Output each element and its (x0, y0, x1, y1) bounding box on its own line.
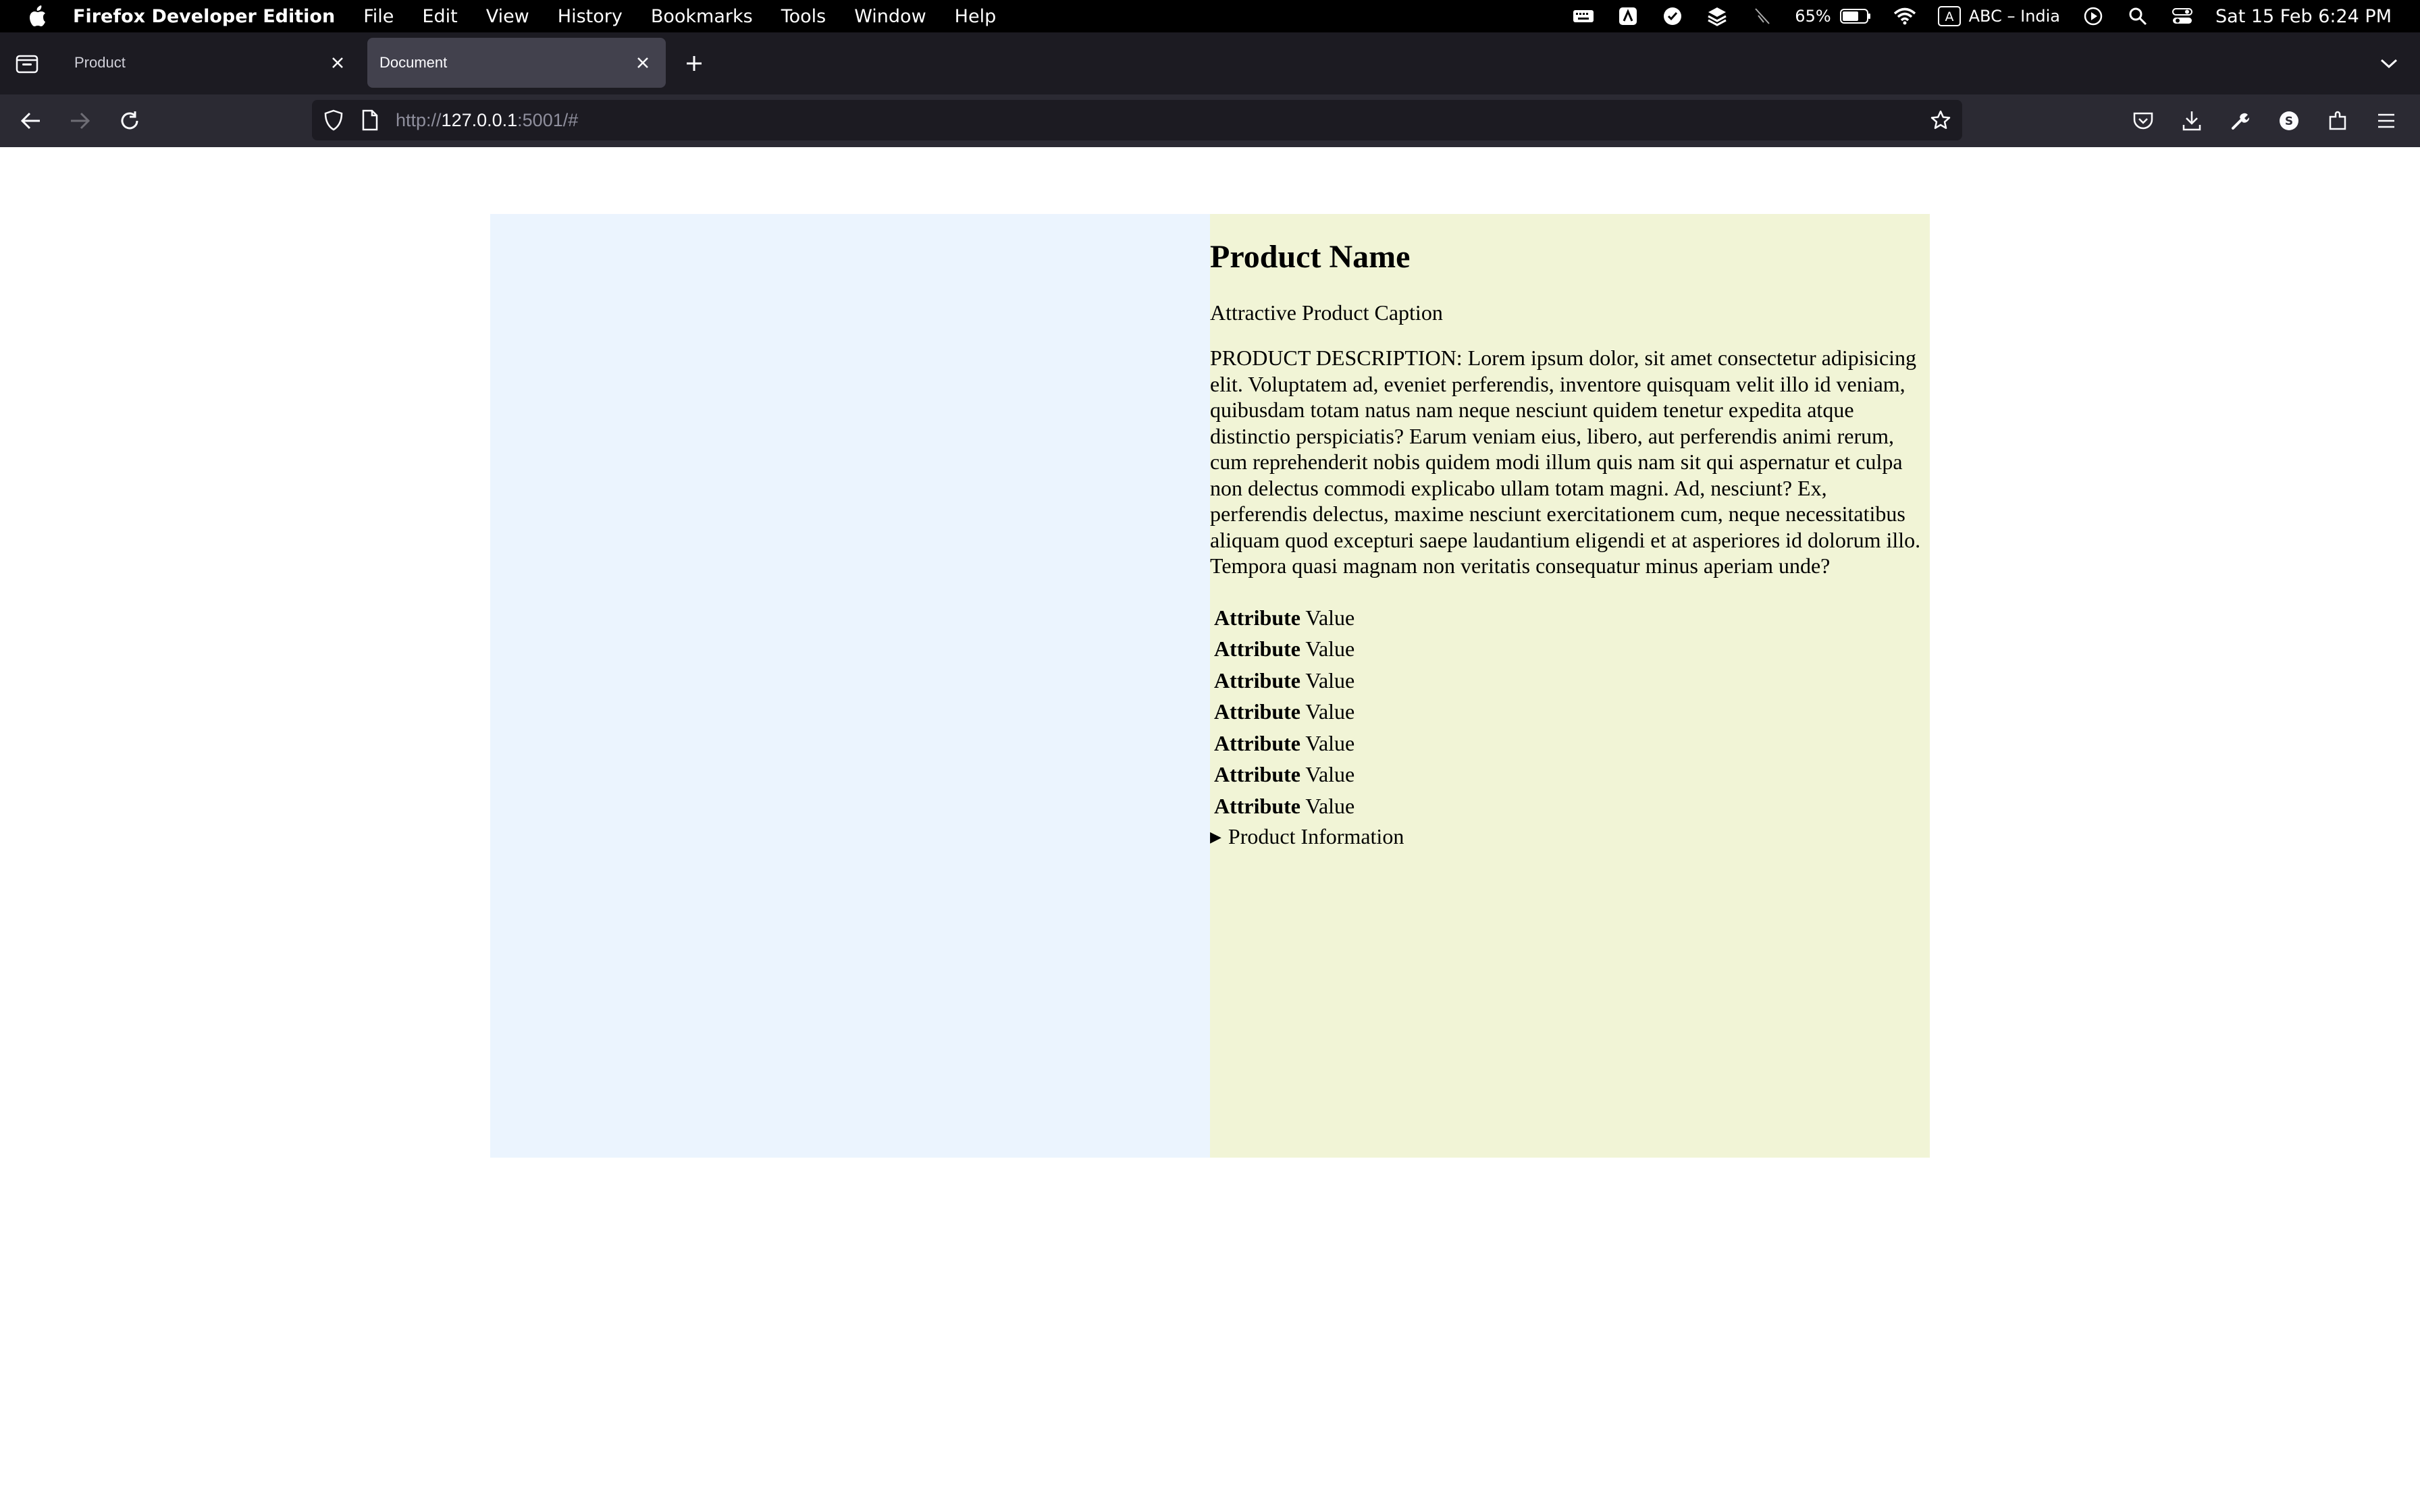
reload-icon[interactable] (113, 105, 146, 137)
firefox-view-icon[interactable] (14, 50, 41, 77)
spotlight-search-icon[interactable] (2126, 5, 2149, 28)
input-source-icon[interactable]: A (1937, 5, 1961, 28)
macos-menu-bar: Firefox Developer Edition File Edit View… (0, 0, 2420, 32)
attribute-row: Attribute Value (1210, 602, 1930, 634)
keyboard-icon[interactable] (1572, 5, 1595, 28)
attribute-value: Value (1305, 605, 1355, 630)
attribute-name: Attribute (1214, 762, 1300, 786)
stack-icon[interactable] (1706, 5, 1729, 28)
page-viewport: Product Name Attractive Product Caption … (0, 147, 2420, 1512)
attribute-row: Attribute Value (1210, 665, 1930, 697)
url-bar[interactable]: http://127.0.0.1:5001/# (312, 100, 1962, 140)
attribute-name: Attribute (1214, 699, 1300, 724)
attribute-row: Attribute Value (1210, 696, 1930, 728)
attribute-name: Attribute (1214, 793, 1300, 818)
attribute-name: Attribute (1214, 668, 1300, 693)
hamburger-menu-icon[interactable] (2370, 105, 2402, 137)
svg-text:A: A (1945, 9, 1953, 24)
pen-slash-icon[interactable] (1750, 5, 1773, 28)
forward-arrow-icon[interactable] (63, 105, 96, 137)
attribute-row: Attribute Value (1210, 759, 1930, 790)
menu-help[interactable]: Help (955, 6, 997, 27)
tab-strip: Product Document (0, 32, 2420, 94)
close-icon[interactable] (324, 49, 351, 76)
pocket-icon[interactable] (2127, 105, 2159, 137)
checkmark-circle-icon[interactable] (1661, 5, 1684, 28)
attribute-name: Attribute (1214, 730, 1300, 755)
attribute-name: Attribute (1214, 605, 1300, 630)
extensions-puzzle-icon[interactable] (2321, 105, 2354, 137)
summary-label[interactable]: Product Information (1228, 824, 1404, 848)
product-description: PRODUCT DESCRIPTION: Lorem ipsum dolor, … (1210, 346, 1921, 578)
tab-title: Product (74, 54, 126, 71)
url-text[interactable]: http://127.0.0.1:5001/# (396, 100, 578, 140)
battery-percent: 65% (1795, 7, 1831, 26)
url-scheme: http:// (396, 110, 442, 130)
new-tab-plus-icon[interactable] (679, 49, 709, 78)
attribute-list: Attribute Value Attribute Value Attribut… (1210, 602, 1930, 822)
attribute-value: Value (1305, 730, 1355, 755)
tab-product[interactable]: Product (62, 38, 361, 88)
page-icon[interactable] (357, 107, 384, 134)
tab-document[interactable]: Document (367, 38, 666, 88)
product-info: Product Name Attractive Product Caption … (1210, 214, 1930, 1158)
attribute-name: Attribute (1214, 637, 1300, 661)
product-caption: Attractive Product Caption (1210, 300, 1443, 325)
attribute-row: Attribute Value (1210, 633, 1930, 665)
menu-edit[interactable]: Edit (422, 6, 457, 27)
url-host: 127.0.0.1 (441, 110, 518, 130)
attribute-value: Value (1305, 699, 1355, 724)
wifi-icon[interactable] (1893, 5, 1916, 28)
menu-app-name[interactable]: Firefox Developer Edition (73, 6, 335, 27)
app-tray-icon[interactable] (1616, 5, 1639, 28)
menu-bookmarks[interactable]: Bookmarks (651, 6, 753, 27)
attribute-value: Value (1305, 793, 1355, 818)
chevron-down-icon[interactable] (2374, 49, 2404, 78)
attribute-value: Value (1305, 637, 1355, 661)
attribute-row: Attribute Value (1210, 728, 1930, 759)
product-name: Product Name (1210, 239, 1411, 275)
navigation-toolbar: http://127.0.0.1:5001/# S (0, 94, 2420, 147)
url-port-path: :5001/# (517, 110, 579, 130)
control-center-icon[interactable] (2171, 5, 2194, 28)
bookmark-star-icon[interactable] (1927, 107, 1954, 134)
product-information-summary[interactable]: ▶ Product Information (1210, 821, 1930, 852)
downloads-icon[interactable] (2176, 105, 2208, 137)
attribute-value: Value (1305, 762, 1355, 786)
attribute-value: Value (1305, 668, 1355, 693)
menu-history[interactable]: History (558, 6, 623, 27)
attribute-row: Attribute Value (1210, 790, 1930, 822)
input-source-label[interactable]: ABC – India (1969, 7, 2060, 26)
svg-text:S: S (2285, 115, 2293, 128)
menubar-clock[interactable]: Sat 15 Feb 6:24 PM (2215, 6, 2392, 27)
product-image-area (490, 214, 1210, 1158)
battery-icon[interactable] (1839, 5, 1872, 28)
tab-title: Document (379, 54, 448, 71)
wrench-icon[interactable] (2224, 105, 2257, 137)
menu-window[interactable]: Window (854, 6, 926, 27)
tracking-shield-icon[interactable] (320, 107, 347, 134)
play-circle-icon[interactable] (2082, 5, 2105, 28)
menu-tools[interactable]: Tools (781, 6, 826, 27)
disclosure-triangle-icon[interactable]: ▶ (1210, 828, 1221, 845)
menu-view[interactable]: View (486, 6, 529, 27)
product-card: Product Name Attractive Product Caption … (490, 214, 1930, 1158)
apple-icon[interactable] (27, 5, 47, 27)
back-arrow-icon[interactable] (15, 105, 47, 137)
menubar-status-area: 65% A ABC – India Sat 15 Feb 6:24 PM (1572, 0, 2420, 32)
close-icon[interactable] (629, 49, 656, 76)
account-avatar-icon[interactable]: S (2273, 105, 2305, 137)
menu-file[interactable]: File (363, 6, 394, 27)
